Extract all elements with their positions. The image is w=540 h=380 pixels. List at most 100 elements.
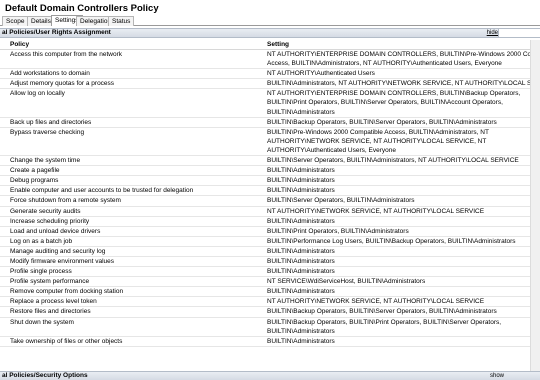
setting-line: NT AUTHORITY\Authenticated Users: [267, 70, 375, 78]
setting-cell: BUILTIN\Administrators, NT AUTHORITY\NET…: [267, 79, 530, 88]
table-row: Remove computer from docking station BUIL…: [0, 287, 530, 298]
table-row: Manage auditing and security log BUILTIN\…: [0, 247, 530, 257]
policy-cell: Profile system performance: [10, 278, 90, 286]
setting-line: BUILTIN\Administrators: [267, 167, 335, 175]
setting-line: BUILTIN\Administrators: [267, 327, 335, 335]
setting-line: BUILTIN\Administrators: [267, 337, 335, 345]
setting-line: NT SERVICE\WdiServiceHost, BUILTIN\Admin…: [267, 278, 426, 286]
policy-cell: Log on as a batch job: [10, 237, 73, 245]
setting-line: BUILTIN\Administrators: [267, 177, 335, 185]
hide-link[interactable]: hide: [487, 29, 498, 37]
setting-line: NT AUTHORITY\NETWORK SERVICE, NT AUTHORI…: [267, 207, 485, 215]
tab-scope[interactable]: Scope: [2, 16, 29, 26]
policy-cell: Restore files and directories: [10, 308, 91, 316]
table-row: Modify firmware environment values BUILTI…: [0, 257, 530, 268]
policy-cell: Replace a process level token: [10, 298, 97, 306]
policy-cell: Manage auditing and security log: [10, 247, 106, 255]
policy-cell: Shut down the system: [10, 318, 74, 326]
policy-cell: Enable computer and user accounts to be …: [10, 187, 194, 195]
policy-cell: Load and unload device drivers: [10, 227, 101, 235]
setting-cell: NT AUTHORITY\ENTERPRISE DOMAIN CONTROLLE…: [267, 50, 530, 68]
table-row: Enable computer and user accounts to be …: [0, 186, 530, 197]
table-row: Adjust memory quotas for a process BUILTI…: [0, 79, 530, 90]
show-link[interactable]: show: [490, 372, 504, 380]
section-title: al Policies/User Rights Assignment: [2, 29, 111, 36]
setting-cell: BUILTIN\Backup Operators, BUILTIN\Server…: [267, 118, 530, 127]
table-row: Debug programs BUILTIN\Administrators: [0, 176, 530, 187]
policy-cell: Create a pagefile: [10, 167, 60, 175]
table-row: Increase scheduling priority BUILTIN\Admi…: [0, 217, 530, 227]
setting-line: NT AUTHORITY\NETWORK SERVICE, NT AUTHORI…: [267, 298, 485, 306]
table-row: Create a pagefile BUILTIN\Administrators: [0, 166, 530, 177]
setting-cell: BUILTIN\Administrators: [267, 267, 530, 276]
policy-cell: Debug programs: [10, 177, 59, 185]
policy-cell: Add workstations to domain: [10, 70, 90, 78]
setting-line: BUILTIN\Print Operators, BUILTIN\Adminis…: [267, 227, 409, 235]
policy-cell: Modify firmware environment values: [10, 257, 115, 265]
table-row: Force shutdown from a remote system BUILT…: [0, 196, 530, 207]
table-body: Access this computer from the network NT …: [0, 50, 530, 347]
setting-line: BUILTIN\Server Operators, BUILTIN\Admini…: [267, 197, 415, 205]
table-row: Bypass traverse checking BUILTIN\Pre-Wind…: [0, 128, 530, 157]
setting-cell: BUILTIN\Administrators: [267, 176, 530, 185]
window-title: Default Domain Controllers Policy: [0, 0, 540, 15]
section-title: al Policies/Security Options: [2, 372, 88, 379]
setting-cell: BUILTIN\Administrators: [267, 217, 530, 226]
setting-cell: BUILTIN\Server Operators, BUILTIN\Admini…: [267, 196, 530, 205]
setting-cell: BUILTIN\Administrators: [267, 166, 530, 175]
table-row: Add workstations to domain NT AUTHORITY\A…: [0, 69, 530, 80]
setting-cell: BUILTIN\Performance Log Users, BUILTIN\B…: [267, 237, 530, 246]
policy-cell: Force shutdown from a remote system: [10, 197, 121, 205]
setting-cell: NT AUTHORITY\Authenticated Users: [267, 69, 530, 78]
setting-cell: BUILTIN\Print Operators, BUILTIN\Adminis…: [267, 227, 530, 236]
setting-line: BUILTIN\Backup Operators, BUILTIN\Server…: [267, 308, 497, 316]
section-user-rights-header: al Policies/User Rights Assignment hide: [0, 28, 540, 38]
policy-cell: Allow log on locally: [10, 90, 65, 98]
setting-line: NT AUTHORITY\ENTERPRISE DOMAIN CONTROLLE…: [267, 90, 521, 98]
setting-cell: BUILTIN\Backup Operators, BUILTIN\Print …: [267, 318, 530, 336]
setting-line: BUILTIN\Administrators: [267, 108, 335, 116]
setting-cell: NT SERVICE\WdiServiceHost, BUILTIN\Admin…: [267, 277, 530, 286]
section-security-options-header: al Policies/Security Options show: [0, 371, 540, 380]
setting-line: AUTHORITY\Authenticated Users, Everyone: [267, 146, 396, 154]
table-row: Restore files and directories BUILTIN\Bac…: [0, 307, 530, 318]
table-row: Change the system time BUILTIN\Server Ope…: [0, 156, 530, 167]
table-row: Allow log on locally NT AUTHORITY\ENTERPR…: [0, 89, 530, 118]
vertical-scrollbar[interactable]: [530, 40, 540, 371]
table-row: Log on as a batch job BUILTIN\Performance…: [0, 237, 530, 247]
setting-line: BUILTIN\Administrators: [267, 187, 335, 195]
setting-cell: BUILTIN\Administrators: [267, 337, 530, 346]
setting-cell: NT AUTHORITY\NETWORK SERVICE, NT AUTHORI…: [267, 297, 530, 306]
table-row: Load and unload device drivers BUILTIN\Pr…: [0, 227, 530, 237]
setting-line: BUILTIN\Performance Log Users, BUILTIN\B…: [267, 237, 516, 245]
table-row: Profile system performance NT SERVICE\Wdi…: [0, 277, 530, 288]
table-row: Take ownership of files or other objects…: [0, 337, 530, 347]
setting-cell: BUILTIN\Server Operators, BUILTIN\Admini…: [267, 156, 530, 165]
policy-cell: Bypass traverse checking: [10, 128, 85, 136]
policy-cell: Change the system time: [10, 157, 81, 165]
setting-line: BUILTIN\Administrators: [267, 247, 335, 255]
setting-cell: BUILTIN\Administrators: [267, 257, 530, 266]
setting-line: Access, BUILTIN\Administrators, NT AUTHO…: [267, 60, 502, 68]
table-row: Generate security audits NT AUTHORITY\NET…: [0, 207, 530, 217]
setting-line: BUILTIN\Administrators: [267, 268, 335, 276]
tab-status[interactable]: Status: [108, 16, 135, 26]
policy-cell: Access this computer from the network: [10, 51, 122, 58]
table-row: Replace a process level token NT AUTHORIT…: [0, 297, 530, 308]
policy-cell: Profile single process: [10, 268, 72, 276]
table-header: Policy Setting: [0, 40, 530, 50]
setting-column-header: Setting: [267, 41, 290, 48]
setting-line: BUILTIN\Administrators: [267, 257, 335, 265]
setting-line: AUTHORITY\NETWORK SERVICE, NT AUTHORITY\…: [267, 137, 487, 145]
setting-cell: BUILTIN\Administrators: [267, 287, 530, 296]
setting-line: BUILTIN\Administrators: [267, 217, 335, 225]
tab-bar: Scope Details Settings Delegation Status: [0, 15, 540, 26]
policy-cell: Take ownership of files or other objects: [10, 337, 123, 345]
table-row: Profile single process BUILTIN\Administra…: [0, 267, 530, 278]
table-row: Access this computer from the network NT …: [0, 50, 530, 70]
setting-cell: BUILTIN\Pre-Windows 2000 Compatible Acce…: [267, 128, 530, 155]
setting-line: BUILTIN\Print Operators, BUILTIN\Server …: [267, 99, 503, 107]
setting-line: BUILTIN\Backup Operators, BUILTIN\Print …: [267, 318, 502, 326]
setting-cell: NT AUTHORITY\ENTERPRISE DOMAIN CONTROLLE…: [267, 89, 530, 116]
setting-line: BUILTIN\Backup Operators, BUILTIN\Server…: [267, 118, 497, 126]
